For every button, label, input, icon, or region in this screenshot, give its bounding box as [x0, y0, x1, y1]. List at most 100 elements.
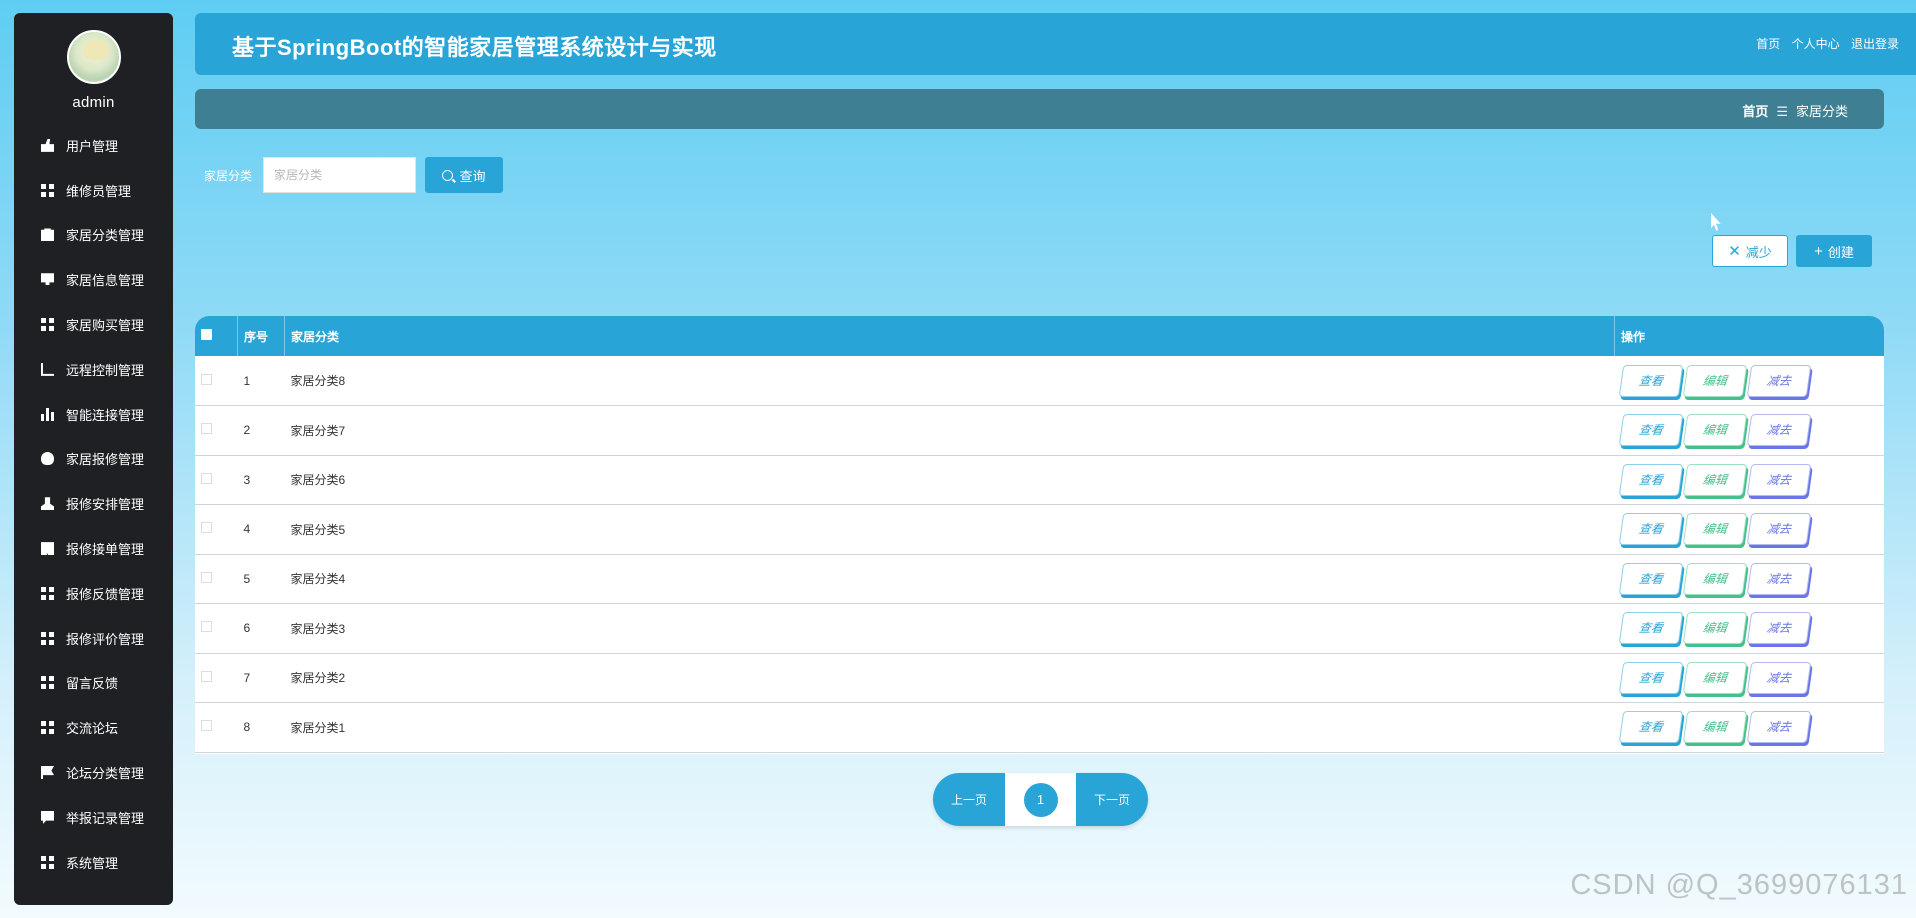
sidebar-item-smart-connection[interactable]: 智能连接管理: [14, 392, 173, 437]
sidebar-item-reports[interactable]: 举报记录管理: [14, 795, 173, 840]
edit-button[interactable]: 编辑: [1682, 562, 1747, 595]
table-row: 5 家居分类4 查看 编辑 减去: [195, 554, 1884, 604]
sidebar-item-label: 家居报修管理: [66, 452, 145, 468]
view-button[interactable]: 查看: [1618, 562, 1683, 595]
sidebar-item-remote-control[interactable]: 远程控制管理: [14, 347, 173, 392]
edit-button[interactable]: 编辑: [1682, 364, 1747, 397]
delete-button[interactable]: 减去: [1746, 513, 1811, 546]
next-page-button[interactable]: 下一页: [1076, 773, 1148, 826]
breadcrumb: 首页 ☰ 家居分类: [1742, 101, 1848, 120]
sidebar-item-repair-arrangement[interactable]: 报修安排管理: [14, 481, 173, 526]
delete-button[interactable]: 减去: [1746, 612, 1811, 645]
delete-button[interactable]: 减去: [1746, 562, 1811, 595]
row-checkbox[interactable]: [201, 522, 212, 534]
view-button[interactable]: 查看: [1618, 513, 1683, 546]
edit-button[interactable]: 编辑: [1682, 711, 1747, 744]
row-index: 7: [243, 670, 251, 685]
prev-page-button[interactable]: 上一页: [933, 773, 1005, 826]
sidebar-item-forum[interactable]: 交流论坛: [14, 705, 173, 750]
page-number-button[interactable]: 1: [1023, 782, 1058, 817]
sidebar-item-forum-category[interactable]: 论坛分类管理: [14, 750, 173, 795]
edit-button[interactable]: 编辑: [1682, 661, 1747, 694]
view-button[interactable]: 查看: [1618, 612, 1683, 645]
view-button[interactable]: 查看: [1618, 414, 1683, 447]
row-checkbox[interactable]: [201, 670, 212, 682]
create-button[interactable]: + 创建: [1796, 235, 1872, 267]
sidebar-item-repair-evaluation[interactable]: 报修评价管理: [14, 616, 173, 661]
thumbs-up-icon: [41, 138, 54, 152]
table-row: 8 家居分类1 查看 编辑 减去: [195, 703, 1884, 753]
search-input[interactable]: [263, 157, 416, 193]
sidebar-item-label: 用户管理: [66, 138, 119, 154]
sidebar-item-user-management[interactable]: 用户管理: [14, 123, 173, 168]
row-index: 6: [243, 621, 251, 636]
delete-button[interactable]: 减去: [1746, 414, 1811, 447]
row-actions: 查看 编辑 减去: [1615, 356, 1885, 406]
row-checkbox-cell: [195, 703, 238, 753]
search-icon: [442, 169, 454, 181]
username: admin: [72, 94, 115, 111]
grid-icon: [41, 855, 54, 869]
sidebar-item-info-management[interactable]: 家居信息管理: [14, 257, 173, 302]
row-checkbox[interactable]: [201, 621, 212, 633]
row-checkbox[interactable]: [201, 472, 212, 484]
sidebar-item-label: 报修接单管理: [66, 542, 145, 558]
edit-button[interactable]: 编辑: [1682, 513, 1747, 546]
edit-button[interactable]: 编辑: [1682, 612, 1747, 645]
profile-link[interactable]: 个人中心: [1792, 37, 1840, 51]
sidebar-item-messages[interactable]: 留言反馈: [14, 661, 173, 706]
delete-button[interactable]: 减去: [1746, 711, 1811, 744]
row-checkbox-cell: [195, 406, 238, 456]
table-row: 3 家居分类6 查看 编辑 减去: [195, 455, 1884, 505]
delete-button[interactable]: 减去: [1746, 661, 1811, 694]
sidebar-item-category-management[interactable]: 家居分类管理: [14, 213, 173, 258]
row-checkbox[interactable]: [201, 373, 212, 385]
view-button[interactable]: 查看: [1618, 711, 1683, 744]
delete-button[interactable]: 减去: [1746, 364, 1811, 397]
row-index: 1: [243, 373, 251, 388]
sidebar-item-label: 家居购买管理: [66, 318, 145, 334]
column-header-category: 家居分类: [284, 316, 1615, 356]
reduce-button-label: 减少: [1745, 244, 1772, 260]
plus-icon: +: [1814, 242, 1823, 260]
view-button[interactable]: 查看: [1618, 661, 1683, 694]
search-button[interactable]: 查询: [425, 157, 503, 193]
sidebar-item-repair-feedback[interactable]: 报修反馈管理: [14, 571, 173, 616]
avatar[interactable]: [66, 30, 121, 84]
monitor-icon: [41, 273, 54, 285]
grid-icon: [41, 676, 54, 690]
grid-icon: [41, 183, 54, 197]
sidebar-item-repair-orders[interactable]: 报修接单管理: [14, 526, 173, 571]
edit-button[interactable]: 编辑: [1682, 463, 1747, 496]
view-button[interactable]: 查看: [1618, 364, 1683, 397]
logout-link[interactable]: 退出登录: [1851, 37, 1899, 51]
row-checkbox[interactable]: [201, 720, 212, 732]
page-number-area: 1: [1005, 773, 1076, 826]
row-actions: 查看 编辑 减去: [1615, 505, 1885, 555]
close-icon: ✕: [1728, 243, 1741, 260]
row-checkbox[interactable]: [201, 571, 212, 583]
breadcrumb-home[interactable]: 首页: [1742, 104, 1768, 119]
select-all-checkbox[interactable]: [201, 329, 212, 340]
home-link[interactable]: 首页: [1756, 37, 1780, 51]
view-button[interactable]: 查看: [1618, 463, 1683, 496]
sidebar-item-system[interactable]: 系统管理: [14, 840, 173, 885]
grid-icon: [41, 586, 54, 600]
row-checkbox[interactable]: [201, 423, 212, 435]
sidebar-item-purchase-management[interactable]: 家居购买管理: [14, 302, 173, 347]
sidebar-item-repair-request[interactable]: 家居报修管理: [14, 437, 173, 482]
watermark: CSDN @Q_3699076131: [1570, 869, 1908, 901]
table-header-row: 序号 家居分类 操作: [195, 316, 1884, 356]
row-actions: 查看 编辑 减去: [1615, 653, 1885, 703]
reduce-button[interactable]: ✕ 减少: [1712, 235, 1788, 267]
row-category: 家居分类6: [290, 473, 346, 488]
edit-button[interactable]: 编辑: [1682, 414, 1747, 447]
data-table: 序号 家居分类 操作 1 家居分类8 查看 编辑 减去 2 家居分类7 查看 编辑 减去: [195, 316, 1884, 754]
row-category: 家居分类7: [290, 423, 346, 438]
delete-button[interactable]: 减去: [1746, 463, 1811, 496]
sidebar-item-repairman-management[interactable]: 维修员管理: [14, 168, 173, 213]
table-row: 6 家居分类3 查看 编辑 减去: [195, 604, 1884, 654]
row-checkbox-cell: [195, 455, 238, 505]
row-checkbox-cell: [195, 604, 238, 654]
row-category: 家居分类3: [290, 621, 346, 636]
